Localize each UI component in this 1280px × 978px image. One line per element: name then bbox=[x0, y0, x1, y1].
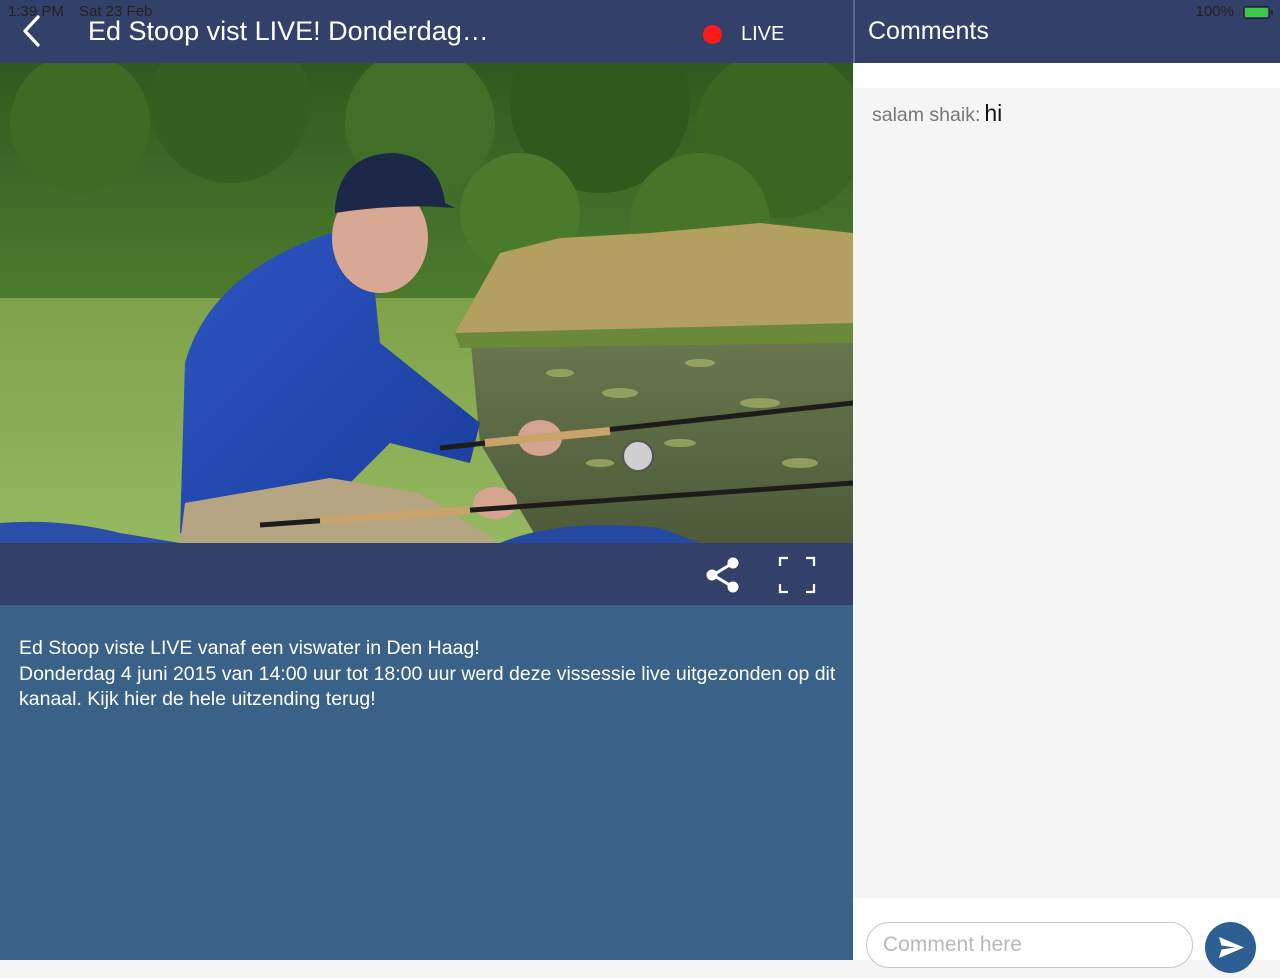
comment-item: salam shaik: hi bbox=[872, 100, 1002, 127]
comments-title: Comments bbox=[868, 17, 989, 45]
send-button[interactable] bbox=[1205, 922, 1256, 973]
comment-input-bar bbox=[853, 898, 1280, 973]
video-header: Ed Stoop vist LIVE! Donderdag… LIVE bbox=[0, 0, 853, 63]
live-label: LIVE bbox=[741, 23, 785, 45]
share-icon bbox=[706, 557, 739, 593]
comments-divider bbox=[853, 63, 1280, 88]
live-indicator-dot bbox=[703, 25, 722, 44]
chevron-left-icon bbox=[23, 15, 40, 47]
video-player[interactable] bbox=[0, 63, 853, 543]
player-controls bbox=[0, 543, 853, 605]
comments-header: Comments bbox=[853, 0, 1280, 63]
share-button[interactable] bbox=[702, 555, 742, 595]
comment-username: salam shaik: bbox=[872, 104, 981, 126]
description-line: Donderdag 4 juni 2015 van 14:00 uur tot … bbox=[19, 662, 836, 711]
video-title: Ed Stoop vist LIVE! Donderdag… bbox=[88, 16, 489, 46]
video-frame bbox=[0, 63, 853, 543]
comment-text: hi bbox=[984, 100, 1003, 126]
comments-pane: Comments salam shaik: hi bbox=[853, 0, 1280, 973]
send-icon bbox=[1219, 937, 1244, 958]
back-button[interactable] bbox=[14, 12, 54, 52]
fullscreen-button[interactable] bbox=[776, 555, 818, 595]
fullscreen-icon bbox=[778, 556, 816, 594]
comment-input[interactable] bbox=[866, 922, 1193, 968]
description-line: Ed Stoop viste LIVE vanaf een viswater i… bbox=[19, 637, 480, 659]
video-description: Ed Stoop viste LIVE vanaf een viswater i… bbox=[19, 636, 839, 713]
video-pane: Ed Stoop vist LIVE! Donderdag… LIVE Ed S… bbox=[0, 0, 853, 960]
